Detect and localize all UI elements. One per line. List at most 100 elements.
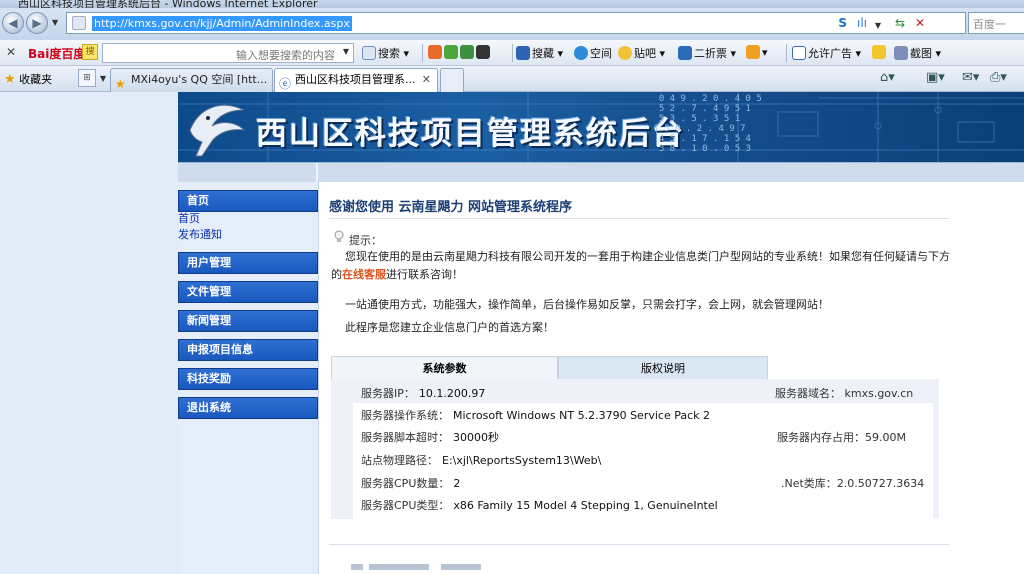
star-icon: ★ (4, 72, 16, 87)
baidu-paw-icon[interactable]: 搜 (82, 44, 98, 60)
cpu-type-value: x86 Family 15 Model 4 Stepping 1, Genuin… (453, 499, 718, 512)
divider (329, 544, 949, 545)
baidu-search-button[interactable]: 搜索 ▾ (362, 45, 409, 61)
tab-system-params[interactable]: 系统参数 (331, 356, 558, 380)
menu-head-home[interactable]: 首页 (178, 190, 318, 212)
tip-label: 提示： (349, 234, 382, 247)
palette-icon (746, 45, 760, 59)
space-button[interactable]: 空间 (574, 45, 612, 61)
menu-head-user-management[interactable]: 用户管理 (178, 252, 318, 274)
cutoff-icon (351, 564, 363, 570)
close-toolbar-icon[interactable]: ✕ (6, 45, 16, 59)
banner-title: 西山区科技项目管理系统后台 (256, 116, 685, 152)
baidu-search-placeholder: 输入想要搜索的内容 (236, 49, 335, 62)
memory-usage-row: 服务器内存占用：59.00M (777, 431, 906, 444)
memory-usage-value: 59.00M (865, 431, 906, 444)
cpu-count-value: 2 (453, 477, 461, 490)
cutoff-text (441, 564, 481, 570)
browser-tab-qzone[interactable]: ★ MXi4oyu's QQ 空间 [htt... (110, 68, 273, 92)
favorites-collect-button[interactable]: 搜藏 ▾ (516, 45, 563, 61)
close-tab-icon[interactable]: ✕ (422, 69, 431, 91)
sidebar-item-publish-notice[interactable]: 发布通知 (178, 228, 222, 242)
favorites-button[interactable]: ★ 收藏夹 (4, 71, 52, 87)
sidebar-item-home[interactable]: 首页 (178, 212, 200, 226)
online-service-link[interactable]: 在线客服 (342, 268, 386, 281)
camera-icon (460, 45, 474, 59)
info-tabs: 系统参数 版权说明 (331, 356, 941, 380)
site-banner: 西山区科技项目管理系统后台 0 4 9 . 2 0 . 4 0 5 5 2 . … (178, 92, 1024, 162)
tieba-button[interactable]: 贴吧 ▾ (618, 45, 665, 61)
recent-pages-dropdown[interactable]: ▼ (52, 18, 58, 27)
search-input[interactable]: 百度一 (968, 12, 1024, 34)
banner-strip (178, 162, 1024, 183)
server-domain-value: kmxs.gov.cn (844, 387, 914, 400)
bookmark-icon (516, 46, 530, 60)
tab-copyright[interactable]: 版权说明 (558, 356, 768, 380)
forward-button[interactable]: ▶ (26, 12, 48, 34)
physical-path-row: 站点物理路径： E:\xjl\ReportsSystem13\Web\ (361, 454, 602, 467)
window-icon (792, 46, 806, 60)
tab-list-dropdown-icon[interactable]: ▼ (100, 74, 106, 83)
menu-head-file-management[interactable]: 文件管理 (178, 281, 318, 303)
star-icon: ★ (115, 77, 126, 91)
window-title: 西山区科技项目管理系统后台 - Windows Internet Explore… (18, 0, 318, 8)
url-input[interactable]: http://kmxs.gov.cn/kjj/Admin/AdminIndex.… (92, 16, 352, 31)
signal-icon[interactable]: ılı (857, 16, 867, 31)
new-tab-button[interactable] (440, 68, 464, 92)
welcome-heading: 感谢您使用 云南星飓力 网站管理系统程序 (329, 200, 573, 215)
leaf-icon (444, 45, 458, 59)
menu-head-news-management[interactable]: 新闻管理 (178, 310, 318, 332)
color-icon-button[interactable]: ▾ (746, 45, 768, 59)
baidu-toolbar: ✕ Bai度百度 搜 输入想要搜索的内容 ▼ 搜索 ▾ 搜藏 ▾ 空间 贴吧 ▾… (0, 40, 1024, 66)
web-page: 西山区科技项目管理系统后台 0 4 9 . 2 0 . 4 0 5 5 2 . … (0, 92, 1024, 574)
refresh-icon[interactable]: ⇆ (895, 16, 905, 31)
cpu-type-row: 服务器CPU类型： x86 Family 15 Model 4 Stepping … (361, 499, 718, 512)
window-titlebar: 西山区科技项目管理系统后台 - Windows Internet Explore… (0, 0, 1024, 8)
browser-tab-admin[interactable]: ⓔ 西山区科技项目管理系... ✕ (274, 68, 438, 92)
allow-ads-button[interactable]: 允许广告 ▾ (792, 45, 861, 61)
menu-head-logout[interactable]: 退出系统 (178, 397, 318, 419)
menu-head-tech-award[interactable]: 科技奖励 (178, 368, 318, 390)
dotnet-version-row: .Net类库：2.0.50727.3634 (781, 477, 925, 490)
address-bar[interactable]: http://kmxs.gov.cn/kjj/Admin/AdminIndex.… (66, 12, 966, 34)
stop-icon[interactable]: ✕ (915, 16, 925, 31)
globe-icon (428, 45, 442, 59)
toolbar-separator (512, 44, 513, 62)
screenshot-button[interactable]: 截图 ▾ (894, 45, 941, 61)
divider (329, 218, 949, 219)
url-dropdown-icon[interactable]: ▼ (875, 18, 881, 33)
server-ip-row: 服务器IP： 10.1.200.97 (361, 387, 486, 400)
cpu-count-row: 服务器CPU数量： 2 (361, 477, 461, 490)
back-button[interactable]: ◀ (2, 12, 24, 34)
baidu-logo[interactable]: Bai度百度 (28, 45, 85, 62)
toolbar-icons-group[interactable] (428, 45, 492, 59)
print-icon[interactable]: ⎙▾ (990, 70, 1007, 85)
discount-ticket-button[interactable]: 二折票 ▾ (678, 45, 736, 61)
ie-page-icon: ⓔ (279, 77, 292, 91)
home-icon[interactable]: ⌂▾ (880, 70, 895, 85)
recommend-paragraph: 此程序是您建立企业信息门户的首选方案！ (345, 321, 554, 334)
server-os-row: 服务器操作系统： Microsoft Windows NT 5.2.3790 Se… (361, 409, 711, 422)
cutoff-text (369, 564, 429, 570)
server-domain-row: 服务器域名： kmxs.gov.cn (775, 387, 914, 400)
favorites-tab-bar: ★ 收藏夹 ⊞ ▼ ★ MXi4oyu's QQ 空间 [htt... ⓔ 西山… (0, 66, 1024, 92)
highlighter-button[interactable] (872, 45, 888, 59)
lightbulb-icon (334, 230, 344, 242)
mail-icon[interactable]: ✉▾ (962, 70, 979, 85)
eagle-logo (189, 104, 246, 157)
quick-tabs-icon[interactable]: ⊞ (78, 69, 96, 87)
rss-feed-icon[interactable]: ▣▾ (926, 70, 945, 85)
search-placeholder: 百度一 (973, 18, 1006, 31)
strip-divider (316, 163, 318, 183)
chevron-down-icon[interactable]: ▼ (343, 47, 349, 56)
dotnet-version-value: 2.0.50727.3634 (836, 477, 925, 490)
compatibility-view-icon[interactable]: S (838, 16, 847, 31)
menu-head-project-info[interactable]: 申报项目信息 (178, 339, 318, 361)
page-favicon-icon (72, 16, 86, 30)
movie-icon (476, 45, 490, 59)
server-info-panel: 服务器IP： 10.1.200.97 服务器域名： kmxs.gov.cn 服务器… (331, 379, 939, 519)
baidu-search-input[interactable]: 输入想要搜索的内容 ▼ (102, 43, 354, 63)
script-timeout-value: 30000秒 (453, 431, 499, 444)
cutoff-row (351, 564, 491, 574)
intro-text-end: 进行联系咨询！ (386, 268, 463, 281)
